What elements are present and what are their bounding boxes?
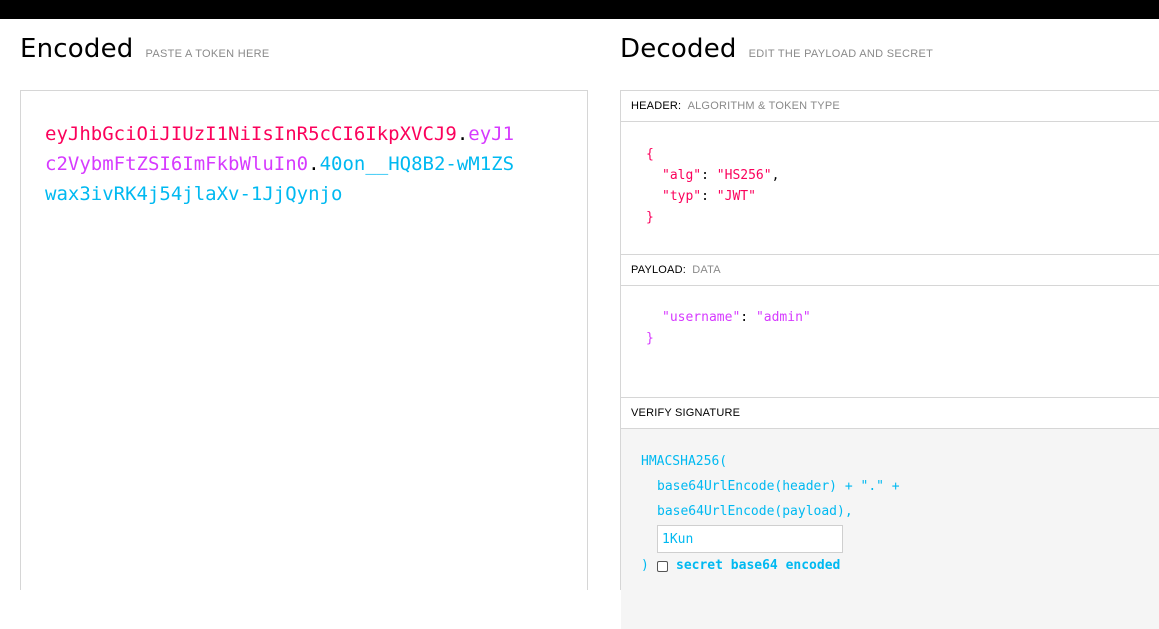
- header-section-label: HEADER:: [631, 100, 682, 112]
- header-alg-line: "alg": "HS256",: [662, 168, 780, 183]
- encoded-token-editor[interactable]: eyJhbGciOiJIUzI1NiIsInR5cCI6IkpXVCJ9.eyJ…: [20, 90, 588, 590]
- verify-section-title: VERIFY SIGNATURE: [621, 398, 1159, 429]
- secret-input[interactable]: [657, 525, 843, 553]
- encode-header-line: base64UrlEncode(header) + "." +: [657, 479, 900, 494]
- payload-json-editor[interactable]: "username": "admin" }: [646, 307, 811, 349]
- encode-payload-line: base64UrlEncode(payload),: [657, 504, 853, 519]
- encoded-heading: Encoded PASTE A TOKEN HERE: [20, 34, 270, 64]
- header-close-brace: }: [646, 210, 654, 225]
- payload-username-line: "username": "admin": [662, 310, 811, 325]
- token-text[interactable]: eyJhbGciOiJIUzI1NiIsInR5cCI6IkpXVCJ9.eyJ…: [45, 119, 525, 209]
- verify-section-label: VERIFY SIGNATURE: [631, 407, 741, 419]
- decoded-subtitle: EDIT THE PAYLOAD AND SECRET: [748, 48, 934, 60]
- header-open-brace: {: [646, 147, 654, 162]
- secret-base64-label[interactable]: secret base64 encoded: [676, 558, 840, 573]
- username-key: "username": [662, 310, 741, 325]
- payload-section-sub: DATA: [692, 264, 721, 276]
- encoded-subtitle: PASTE A TOKEN HERE: [145, 48, 270, 60]
- header-json-editor[interactable]: { "alg": "HS256", "typ": "JWT" }: [646, 144, 779, 228]
- token-header-part: eyJhbGciOiJIUzI1NiIsInR5cCI6IkpXVCJ9: [45, 123, 457, 145]
- encoded-title: Encoded: [20, 34, 134, 64]
- header-section-title: HEADER: ALGORITHM & TOKEN TYPE: [621, 91, 1159, 122]
- typ-value: "JWT": [716, 189, 756, 204]
- alg-key: "alg": [662, 168, 702, 183]
- hmac-function-line: HMACSHA256(: [641, 454, 728, 469]
- token-dot-1: .: [456, 123, 469, 145]
- payload-section-label: PAYLOAD:: [631, 264, 686, 276]
- decoded-title: Decoded: [620, 34, 737, 64]
- secret-base64-checkbox[interactable]: [657, 561, 668, 572]
- close-paren: ): [641, 558, 649, 573]
- token-dot-2: .: [308, 153, 320, 175]
- header-section-sub: ALGORITHM & TOKEN TYPE: [687, 100, 840, 112]
- top-bar: [0, 0, 1159, 19]
- username-value: "admin": [755, 310, 811, 325]
- payload-close-brace: }: [646, 331, 654, 346]
- alg-value: "HS256": [716, 168, 772, 183]
- decoded-panel: HEADER: ALGORITHM & TOKEN TYPE { "alg": …: [620, 90, 1159, 629]
- typ-key: "typ": [662, 189, 702, 204]
- payload-section-title: PAYLOAD: DATA: [621, 255, 1159, 286]
- decoded-heading: Decoded EDIT THE PAYLOAD AND SECRET: [620, 34, 933, 64]
- header-typ-line: "typ": "JWT": [662, 189, 756, 204]
